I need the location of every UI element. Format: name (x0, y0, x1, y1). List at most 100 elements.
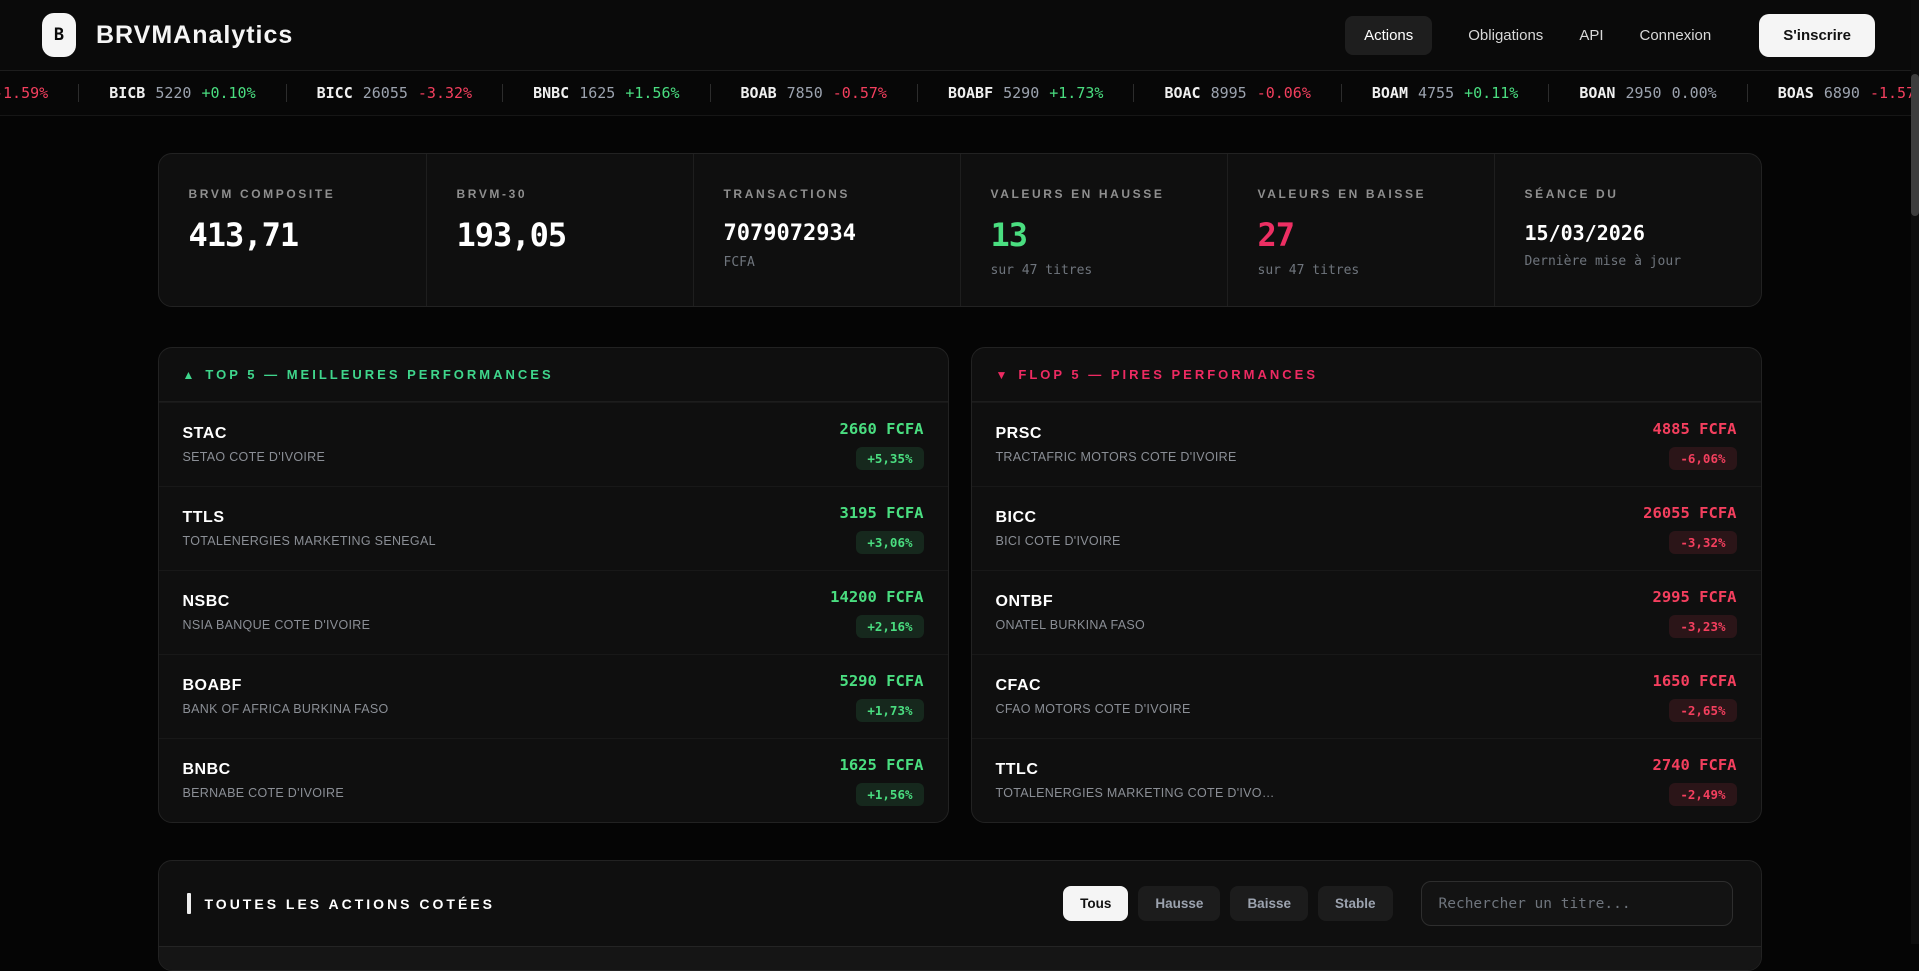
performance-panels: ▲ TOP 5 — MEILLEURES PERFORMANCES STAC SET… (158, 347, 1762, 823)
stock-symbol: TTLS (183, 509, 436, 527)
stat-label: SÉANCE DU (1525, 187, 1731, 201)
stat-subtext: sur 47 titres (991, 263, 1197, 278)
ticker-price: 5290 (1003, 84, 1039, 102)
change-badge: -6,06% (1669, 447, 1736, 470)
ticker-price: 1625 (579, 84, 615, 102)
stock-price: 5290 FCFA (840, 672, 924, 690)
stock-name: SETAO COTE D'IVOIRE (183, 450, 326, 464)
stat-label: VALEURS EN BAISSE (1258, 187, 1464, 201)
brand-logo-icon[interactable]: B (42, 13, 76, 57)
flop5-row[interactable]: TTLCTOTALENERGIES MARKETING COTE D'IVO… … (972, 738, 1761, 822)
flop5-row[interactable]: CFACCFAO MOTORS COTE D'IVOIRE 1650 FCFA-… (972, 654, 1761, 738)
stock-price: 2660 FCFA (840, 420, 924, 438)
stock-symbol: STAC (183, 425, 326, 443)
stat-subtext: FCFA (724, 255, 930, 270)
stock-name: CFAO MOTORS COTE D'IVOIRE (996, 702, 1191, 716)
stat-label: TRANSACTIONS (724, 187, 930, 201)
flop5-row[interactable]: ONTBFONATEL BURKINA FASO 2995 FCFA-3,23% (972, 570, 1761, 654)
all-stocks-title: TOUTES LES ACTIONS COTÉES (187, 893, 495, 914)
ticker-divider (1548, 84, 1549, 102)
ticker-price: 6890 (1824, 84, 1860, 102)
ticker-change: -1.59% (0, 84, 48, 102)
filter-baisse-button[interactable]: Baisse (1230, 886, 1308, 921)
top5-panel-title: ▲ TOP 5 — MEILLEURES PERFORMANCES (159, 348, 948, 402)
stock-name: TOTALENERGIES MARKETING SENEGAL (183, 534, 436, 548)
ticker-change: -0.57% (833, 84, 887, 102)
stat-brvm-30: BRVM-30 193,05 (426, 154, 693, 306)
stock-symbol: ONTBF (996, 593, 1146, 611)
flop5-title-text: FLOP 5 — PIRES PERFORMANCES (1018, 367, 1318, 382)
ticker-item: BICB 5220 +0.10% (109, 84, 255, 102)
stat-value: 13 (991, 216, 1197, 254)
stock-symbol: BICC (996, 509, 1121, 527)
change-badge: -3,23% (1669, 615, 1736, 638)
stat-label: VALEURS EN HAUSSE (991, 187, 1197, 201)
stock-symbol: BOABF (183, 677, 389, 695)
change-badge: -2,49% (1669, 783, 1736, 806)
nav-item-actions[interactable]: Actions (1345, 16, 1432, 55)
ticker-item: BNBC 1625 +1.56% (533, 84, 679, 102)
ticker-symbol: BNBC (533, 84, 569, 102)
top5-row[interactable]: STACSETAO COTE D'IVOIRE 2660 FCFA+5,35% (159, 402, 948, 486)
all-stocks-controls: Tous Hausse Baisse Stable (1063, 881, 1732, 926)
stat-label: BRVM COMPOSITE (189, 187, 396, 201)
ticker-symbol: BOAM (1372, 84, 1408, 102)
stock-symbol: CFAC (996, 677, 1191, 695)
ticker-change: -3.32% (418, 84, 472, 102)
top5-row[interactable]: BNBCBERNABE COTE D'IVOIRE 1625 FCFA+1,56… (159, 738, 948, 822)
stat-value: 15/03/2026 (1525, 221, 1731, 245)
flop5-row[interactable]: BICCBICI COTE D'IVOIRE 26055 FCFA-3,32% (972, 486, 1761, 570)
top5-title-text: TOP 5 — MEILLEURES PERFORMANCES (205, 367, 553, 382)
stock-ticker-tape[interactable]: -1.59% BICB 5220 +0.10% BICC 26055 -3.32… (0, 70, 1919, 116)
ticker-symbol: BICB (109, 84, 145, 102)
ticker-divider (1133, 84, 1134, 102)
stat-seance-date: SÉANCE DU 15/03/2026 Dernière mise à jou… (1494, 154, 1761, 306)
stock-name: NSIA BANQUE COTE D'IVOIRE (183, 618, 371, 632)
top5-row[interactable]: NSBC NSIA BANQUE COTE D'IVOIRE 14200 FCFA… (159, 570, 948, 654)
nav-item-api[interactable]: API (1579, 27, 1603, 44)
ticker-divider (917, 84, 918, 102)
change-badge: +1,56% (856, 783, 923, 806)
change-badge: +1,73% (856, 699, 923, 722)
filter-tous-button[interactable]: Tous (1063, 886, 1128, 921)
ticker-symbol: BOAS (1778, 84, 1814, 102)
stat-value: 7079072934 (724, 221, 930, 246)
stock-name: BERNABE COTE D'IVOIRE (183, 786, 345, 800)
stock-price: 1650 FCFA (1653, 672, 1737, 690)
main-nav: Actions Obligations API Connexion S'insc… (1345, 14, 1875, 57)
ticker-change: +0.11% (1464, 84, 1518, 102)
stock-price: 14200 FCFA (830, 588, 923, 606)
change-badge: +3,06% (856, 531, 923, 554)
ticker-divider (286, 84, 287, 102)
search-input[interactable] (1421, 881, 1733, 926)
filter-hausse-button[interactable]: Hausse (1138, 886, 1220, 921)
nav-item-connexion[interactable]: Connexion (1640, 27, 1712, 44)
top5-row[interactable]: TTLS TOTALENERGIES MARKETING SENEGAL 3195… (159, 486, 948, 570)
flop5-row[interactable]: PRSCTRACTAFRIC MOTORS COTE D'IVOIRE 4885… (972, 402, 1761, 486)
stock-symbol: PRSC (996, 425, 1237, 443)
scrollbar-thumb[interactable] (1911, 74, 1919, 216)
signup-button[interactable]: S'inscrire (1759, 14, 1875, 57)
all-stocks-header: TOUTES LES ACTIONS COTÉES Tous Hausse Ba… (159, 861, 1761, 946)
stat-valeurs-baisse: VALEURS EN BAISSE 27 sur 47 titres (1227, 154, 1494, 306)
ticker-change: 0.00% (1672, 84, 1717, 102)
nav-item-obligations[interactable]: Obligations (1468, 27, 1543, 44)
ticker-symbol: BOAB (741, 84, 777, 102)
stock-symbol: NSBC (183, 593, 371, 611)
ticker-change: +1.73% (1049, 84, 1103, 102)
ticker-price: 2950 (1625, 84, 1661, 102)
ticker-price: 8995 (1211, 84, 1247, 102)
top5-row[interactable]: BOABFBANK OF AFRICA BURKINA FASO 5290 FC… (159, 654, 948, 738)
stat-subtext: Dernière mise à jour (1525, 254, 1731, 269)
ticker-symbol: BICC (317, 84, 353, 102)
filter-stable-button[interactable]: Stable (1318, 886, 1393, 921)
stock-price: 3195 FCFA (840, 504, 924, 522)
stocks-table-top-edge (159, 946, 1761, 970)
page-scrollbar[interactable] (1911, 0, 1919, 944)
all-stocks-section: TOUTES LES ACTIONS COTÉES Tous Hausse Ba… (158, 860, 1762, 971)
ticker-divider (710, 84, 711, 102)
stat-label: BRVM-30 (457, 187, 663, 201)
stat-subtext: sur 47 titres (1258, 263, 1464, 278)
brand-logo-letter: B (54, 25, 64, 45)
up-triangle-icon: ▲ (183, 368, 198, 382)
